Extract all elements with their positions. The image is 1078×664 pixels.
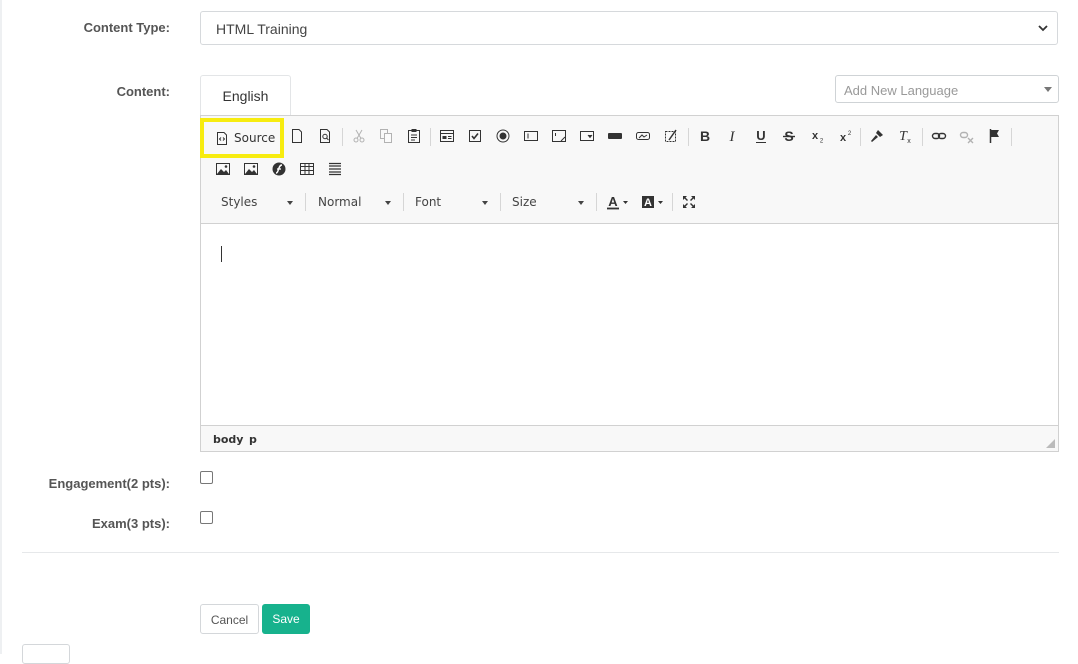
- caret-down-icon: [385, 201, 391, 205]
- toolbar-separator: [596, 193, 597, 211]
- font-combo[interactable]: Font: [406, 191, 494, 213]
- content-label: Content:: [116, 84, 170, 99]
- engagement-checkbox[interactable]: [200, 471, 213, 484]
- add-language-select[interactable]: Add New Language: [835, 75, 1059, 103]
- rich-text-editor: Source B I U S x2 x2 Tx: [200, 115, 1059, 452]
- page-left-border: [0, 0, 2, 654]
- chevron-down-icon: [1038, 25, 1048, 32]
- link-icon[interactable]: [928, 125, 950, 147]
- copy-icon[interactable]: [375, 125, 397, 147]
- svg-text:x: x: [907, 138, 911, 144]
- new-page-icon[interactable]: [286, 125, 308, 147]
- exam-checkbox[interactable]: [200, 511, 213, 524]
- toolbar-separator: [1011, 128, 1012, 146]
- copy-format-icon[interactable]: [866, 125, 888, 147]
- content-type-label: Content Type:: [83, 20, 170, 35]
- embed-image-icon[interactable]: [240, 158, 262, 180]
- background-color-icon[interactable]: A: [638, 191, 668, 213]
- svg-text:A: A: [644, 197, 652, 209]
- svg-text:A: A: [608, 194, 618, 209]
- form-icon[interactable]: [436, 125, 458, 147]
- size-combo-label: Size: [512, 195, 537, 209]
- svg-text:I: I: [729, 129, 736, 144]
- add-language-placeholder: Add New Language: [844, 83, 959, 98]
- styles-combo[interactable]: Styles: [212, 191, 299, 213]
- format-combo[interactable]: Normal: [309, 191, 397, 213]
- hidden-field-icon[interactable]: [660, 125, 682, 147]
- image-button-icon[interactable]: [632, 125, 654, 147]
- caret-down-icon: [482, 201, 488, 205]
- format-combo-label: Normal: [318, 195, 362, 209]
- resize-grip-icon[interactable]: [1046, 439, 1055, 448]
- radio-button-icon[interactable]: [492, 125, 514, 147]
- horizontal-line-icon[interactable]: [324, 158, 346, 180]
- strikethrough-icon[interactable]: S: [778, 125, 800, 147]
- svg-text:U: U: [756, 128, 765, 143]
- cut-icon[interactable]: [348, 125, 370, 147]
- cancel-button[interactable]: Cancel: [200, 604, 259, 634]
- checkbox-icon[interactable]: [464, 125, 486, 147]
- text-field-icon[interactable]: [520, 125, 542, 147]
- text-cursor: [221, 246, 222, 262]
- toolbar-separator: [860, 128, 861, 146]
- text-color-icon[interactable]: A: [603, 191, 633, 213]
- remove-format-icon[interactable]: Tx: [894, 125, 916, 147]
- svg-text:2: 2: [820, 139, 824, 145]
- caret-down-icon: [1044, 87, 1052, 92]
- caret-down-icon: [287, 201, 293, 205]
- button-field-icon[interactable]: [604, 125, 626, 147]
- toolbar-separator: [342, 128, 343, 146]
- paste-icon[interactable]: [403, 125, 425, 147]
- unlink-icon[interactable]: [956, 125, 978, 147]
- select-field-icon[interactable]: [576, 125, 598, 147]
- image-icon[interactable]: [212, 158, 234, 180]
- styles-combo-label: Styles: [221, 195, 258, 209]
- toolbar-separator: [922, 128, 923, 146]
- toolbar-separator: [305, 193, 306, 211]
- toolbar-separator: [403, 193, 404, 211]
- font-combo-label: Font: [415, 195, 442, 209]
- superscript-icon[interactable]: x2: [834, 125, 856, 147]
- toolbar-separator: [500, 193, 501, 211]
- editor-toolbar: Source B I U S x2 x2 Tx: [200, 116, 1058, 224]
- flash-icon[interactable]: [268, 158, 290, 180]
- save-button[interactable]: Save: [262, 604, 310, 634]
- exam-label: Exam(3 pts):: [91, 516, 170, 531]
- toolbar-separator: [688, 128, 689, 146]
- toolbar-separator: [672, 193, 673, 211]
- subscript-icon[interactable]: x2: [806, 125, 828, 147]
- svg-text:2: 2: [848, 131, 852, 137]
- size-combo[interactable]: Size: [503, 191, 590, 213]
- partial-button[interactable]: [22, 644, 70, 664]
- textarea-icon[interactable]: [548, 125, 570, 147]
- underline-icon[interactable]: U: [750, 125, 772, 147]
- svg-text:x: x: [840, 132, 847, 144]
- tab-english[interactable]: English: [200, 75, 291, 115]
- preview-icon[interactable]: [314, 125, 336, 147]
- toolbar-separator: [430, 128, 431, 146]
- anchor-flag-icon[interactable]: [984, 125, 1006, 147]
- content-type-select[interactable]: HTML Training: [200, 11, 1058, 45]
- editor-status-bar: body p: [201, 425, 1058, 451]
- caret-down-icon: [578, 201, 584, 205]
- table-icon[interactable]: [296, 158, 318, 180]
- source-code-icon: [217, 131, 227, 145]
- source-button-label: Source: [234, 131, 276, 145]
- svg-text:B: B: [700, 128, 710, 144]
- editor-content-area[interactable]: [201, 225, 1058, 425]
- bold-icon[interactable]: B: [694, 125, 716, 147]
- italic-icon[interactable]: I: [721, 125, 743, 147]
- source-button[interactable]: Source: [200, 118, 284, 158]
- svg-text:x: x: [812, 130, 819, 142]
- path-item-p[interactable]: p: [249, 433, 257, 446]
- path-item-body[interactable]: body: [213, 433, 243, 446]
- maximize-icon[interactable]: [678, 191, 700, 213]
- engagement-label: Engagement(2 pts):: [48, 476, 170, 491]
- content-type-value: HTML Training: [216, 21, 308, 37]
- form-divider: [22, 552, 1059, 553]
